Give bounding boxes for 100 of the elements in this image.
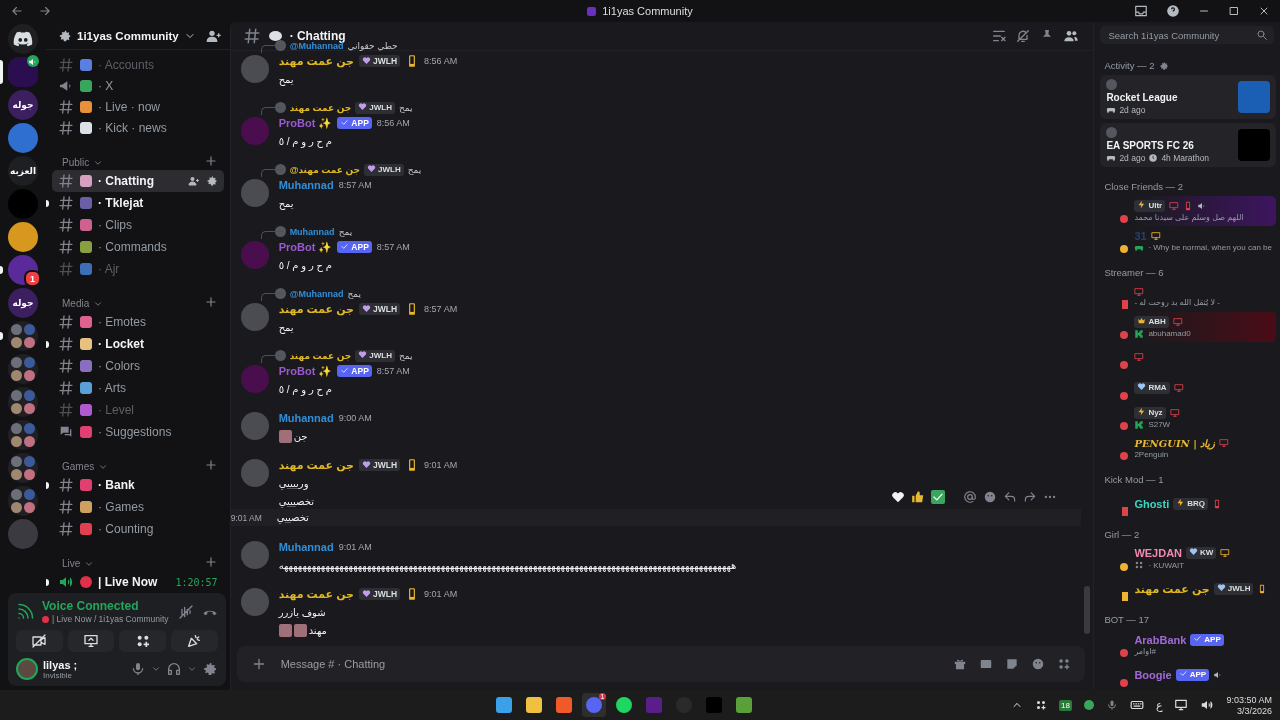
category-header[interactable]: Games — [62, 460, 95, 472]
search-field[interactable]: Search 1i1yas Community — [1106, 28, 1256, 42]
reply-icon[interactable] — [1003, 490, 1018, 504]
reply-author[interactable]: جن عمت مهند — [289, 350, 352, 361]
message-author[interactable]: ProBot ✨ — [278, 364, 333, 378]
reply-preview[interactable]: يمح — [338, 226, 353, 237]
message-author[interactable]: جن عمت مهند — [278, 587, 354, 601]
member-name[interactable]: ArabBank — [1134, 633, 1187, 646]
member-name[interactable]: WEJDAN — [1134, 547, 1183, 560]
message-author[interactable]: جن عمت مهند — [278, 458, 354, 472]
server-icon[interactable] — [8, 222, 38, 252]
reply-preview[interactable]: يمح — [399, 350, 413, 361]
server-icon[interactable] — [8, 123, 38, 153]
close-icon[interactable] — [1258, 5, 1270, 17]
apps-icon[interactable] — [1057, 657, 1072, 671]
channel-item[interactable]: · Arts — [52, 376, 224, 399]
back-icon[interactable] — [10, 4, 24, 18]
tray-app-badge[interactable]: 18 — [1058, 699, 1072, 711]
message-author[interactable]: جن عمت مهند — [278, 302, 354, 316]
voice-status[interactable]: Voice Connected — [42, 599, 170, 613]
add-channel-icon[interactable] — [203, 294, 218, 309]
message-author[interactable]: Muhannad — [278, 541, 334, 553]
discord-home-button[interactable] — [8, 24, 38, 54]
server-header[interactable]: 1i1yas Community — [46, 22, 230, 50]
add-channel-icon[interactable] — [203, 457, 218, 472]
gift-icon[interactable] — [953, 657, 968, 671]
network-icon[interactable] — [1174, 698, 1189, 712]
channel-item[interactable]: · Counting — [52, 517, 224, 540]
gif-icon[interactable] — [979, 657, 994, 671]
server-folder-icon[interactable] — [8, 387, 38, 417]
soundboard-button[interactable] — [170, 630, 218, 652]
add-channel-icon[interactable] — [203, 153, 218, 168]
add-channel-icon[interactable] — [203, 555, 218, 569]
channel-item[interactable]: · Clips — [52, 213, 224, 236]
sticker-icon[interactable] — [1005, 657, 1020, 671]
member-name[interactable]: جن عمت مهند — [1134, 582, 1210, 596]
volume-icon[interactable] — [1200, 698, 1215, 712]
forward-icon[interactable] — [38, 4, 52, 18]
channel-item[interactable]: · Live · now — [52, 96, 224, 118]
heart-reaction-icon[interactable] — [891, 490, 906, 504]
server-folder-icon[interactable] — [8, 354, 38, 384]
reply-preview[interactable]: يمح — [407, 164, 422, 175]
headphones-icon[interactable] — [165, 661, 182, 677]
settings-icon[interactable] — [205, 174, 218, 187]
reply-author[interactable]: @Muhannad — [289, 288, 344, 299]
maximize-icon[interactable] — [1228, 5, 1240, 17]
server-folder-icon[interactable] — [8, 453, 38, 483]
threads-icon[interactable] — [991, 28, 1008, 44]
screen-share-button[interactable] — [67, 630, 115, 652]
channel-item[interactable]: · Kick · news — [52, 117, 224, 139]
tray-app-icon[interactable] — [1034, 699, 1047, 711]
server-folder-icon[interactable] — [8, 420, 38, 450]
channel-item[interactable]: · Colors — [52, 354, 224, 377]
chevron-down-icon[interactable] — [186, 664, 197, 674]
channel-item[interactable]: · Bank — [52, 473, 224, 496]
reply-author[interactable]: @جن عمت مهند — [289, 164, 361, 175]
mention-icon[interactable] — [963, 490, 978, 504]
server-folder-icon[interactable] — [8, 321, 38, 351]
channel-item[interactable]: · Commands — [52, 235, 224, 258]
channel-item[interactable]: · Suggestions — [52, 420, 224, 443]
check-reaction-icon[interactable] — [931, 490, 946, 504]
member-name[interactable]: Ghosti — [1134, 497, 1170, 510]
search-bar[interactable]: Search 1i1yas Community — [1100, 26, 1274, 44]
server-icon[interactable]: العزبه — [8, 156, 38, 186]
inbox-icon[interactable] — [1134, 4, 1148, 18]
server-icon[interactable] — [8, 57, 38, 87]
channel-item[interactable]: · Locket — [52, 332, 224, 355]
activity-card[interactable]: EA SPORTS FC 26 2d ago 4h Marathon — [1100, 123, 1276, 167]
reply-preview[interactable]: حطي حقواني — [347, 40, 398, 51]
settings-icon[interactable] — [1158, 60, 1169, 71]
voice-channel-name[interactable]: | Live Now / 1i1yas Community — [52, 614, 169, 624]
server-icon[interactable]: جوله — [8, 288, 38, 318]
forward-icon[interactable] — [1023, 490, 1038, 504]
message-author[interactable]: جن عمت مهند — [278, 54, 354, 68]
tray-status-icon[interactable] — [1083, 700, 1094, 710]
chevron-down-icon[interactable] — [150, 664, 161, 674]
reply-preview[interactable]: يمح — [399, 102, 413, 113]
activity-card[interactable]: Rocket League 2d ago — [1100, 75, 1276, 119]
server-icon[interactable]: جوله — [8, 90, 38, 120]
server-folder-icon[interactable] — [8, 486, 38, 516]
help-icon[interactable] — [1166, 4, 1180, 18]
message-composer[interactable]: Message # · Chatting — [236, 646, 1086, 682]
clock-time[interactable]: 9:03:50 AM — [1226, 694, 1272, 705]
category-header[interactable]: Media — [62, 297, 90, 309]
activities-button[interactable] — [119, 630, 166, 652]
channel-item[interactable]: · X — [52, 75, 224, 97]
channel-item[interactable]: · Emotes — [52, 310, 224, 333]
channel-item[interactable]: · Chatting — [52, 169, 224, 192]
member-name[interactable]: Boogie — [1134, 668, 1172, 681]
noise-suppression-icon[interactable] — [177, 603, 194, 620]
channel-item[interactable]: · Tklejat — [52, 191, 224, 214]
microphone-icon[interactable] — [1105, 699, 1118, 711]
channel-item[interactable]: · Games — [52, 495, 224, 518]
reply-author[interactable]: جن عمت مهند — [289, 102, 352, 113]
message-author[interactable]: ProBot ✨ — [278, 116, 333, 130]
emoji-icon[interactable] — [1031, 657, 1046, 671]
member-name[interactable]: PENGUIN | زياد — [1134, 437, 1216, 449]
category-header[interactable]: Public — [62, 156, 90, 168]
message-input[interactable]: Message # · Chatting — [278, 657, 942, 671]
invite-icon[interactable] — [187, 174, 200, 187]
